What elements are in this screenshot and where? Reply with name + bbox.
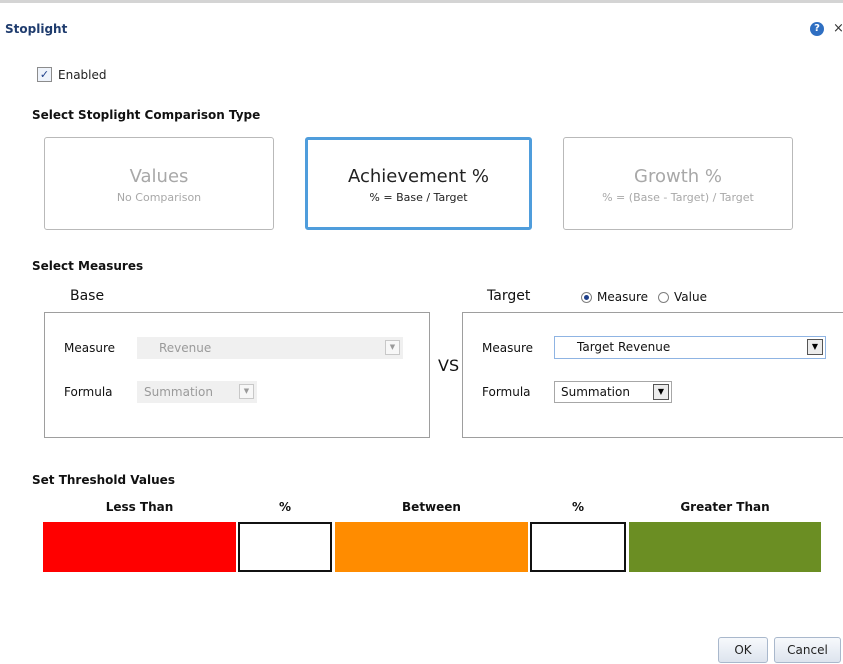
measures-section-title: Select Measures [32, 259, 144, 273]
comparison-section-title: Select Stoplight Comparison Type [32, 108, 261, 122]
between-color-block [335, 522, 528, 572]
base-panel [44, 312, 430, 438]
comparison-option-achievement[interactable]: Achievement % % = Base / Target [305, 137, 532, 230]
chevron-down-icon: ▼ [239, 384, 254, 399]
high-threshold-input[interactable] [530, 522, 626, 572]
target-formula-select[interactable]: Summation ▼ [554, 381, 672, 403]
cancel-button[interactable]: Cancel [774, 637, 841, 663]
comparison-option-growth[interactable]: Growth % % = (Base - Target) / Target [563, 137, 793, 230]
target-panel [462, 312, 843, 438]
dialog-title: Stoplight [5, 22, 68, 36]
enabled-row[interactable]: ✓ Enabled [37, 67, 107, 82]
ok-button[interactable]: OK [718, 637, 768, 663]
low-threshold-input[interactable] [238, 522, 332, 572]
radio-measure-label: Measure [597, 290, 648, 304]
radio-value-label: Value [674, 290, 707, 304]
target-measure-label: Measure [482, 341, 533, 355]
chevron-down-icon: ▼ [385, 340, 400, 355]
radio-value[interactable] [658, 291, 669, 303]
greater-than-color-block [629, 522, 821, 572]
less-than-color-block [43, 522, 236, 572]
base-label: Base [70, 288, 105, 304]
vs-label: VS [438, 356, 460, 375]
target-label: Target [487, 288, 531, 304]
header-percent-low: % [278, 500, 292, 514]
target-formula-value: Summation [561, 385, 630, 399]
base-formula-select: Summation ▼ [137, 381, 257, 403]
target-measure-select[interactable]: Target Revenue ▼ [554, 336, 826, 359]
chevron-down-icon[interactable]: ▼ [653, 384, 669, 400]
target-type-radio-group: Measure Value [581, 290, 707, 304]
target-measure-value: Target Revenue [577, 340, 671, 354]
comparison-option-sub: % = (Base - Target) / Target [602, 191, 754, 204]
chevron-down-icon[interactable]: ▼ [807, 339, 823, 355]
target-formula-label: Formula [482, 385, 531, 399]
enabled-checkbox[interactable]: ✓ [37, 67, 52, 82]
comparison-option-values[interactable]: Values No Comparison [44, 137, 274, 230]
base-measure-label: Measure [64, 341, 115, 355]
comparison-option-label: Values [129, 166, 189, 187]
help-icon[interactable]: ? [810, 22, 824, 36]
comparison-option-sub: % = Base / Target [369, 191, 468, 204]
threshold-section-title: Set Threshold Values [32, 473, 175, 487]
base-measure-select: Revenue ▼ [137, 337, 403, 359]
header-less-than: Less Than [105, 500, 174, 514]
header-greater-than: Greater Than [680, 500, 770, 514]
base-formula-value: Summation [144, 385, 213, 399]
base-measure-value: Revenue [159, 341, 212, 355]
comparison-option-sub: No Comparison [116, 191, 202, 204]
enabled-label: Enabled [58, 67, 107, 82]
base-formula-label: Formula [64, 385, 113, 399]
header-between: Between [402, 500, 461, 514]
comparison-option-label: Achievement % [347, 166, 489, 187]
top-border [0, 0, 843, 3]
radio-measure[interactable] [581, 291, 592, 303]
close-icon[interactable]: × [833, 21, 843, 36]
header-percent-high: % [571, 500, 585, 514]
comparison-option-label: Growth % [634, 166, 722, 187]
